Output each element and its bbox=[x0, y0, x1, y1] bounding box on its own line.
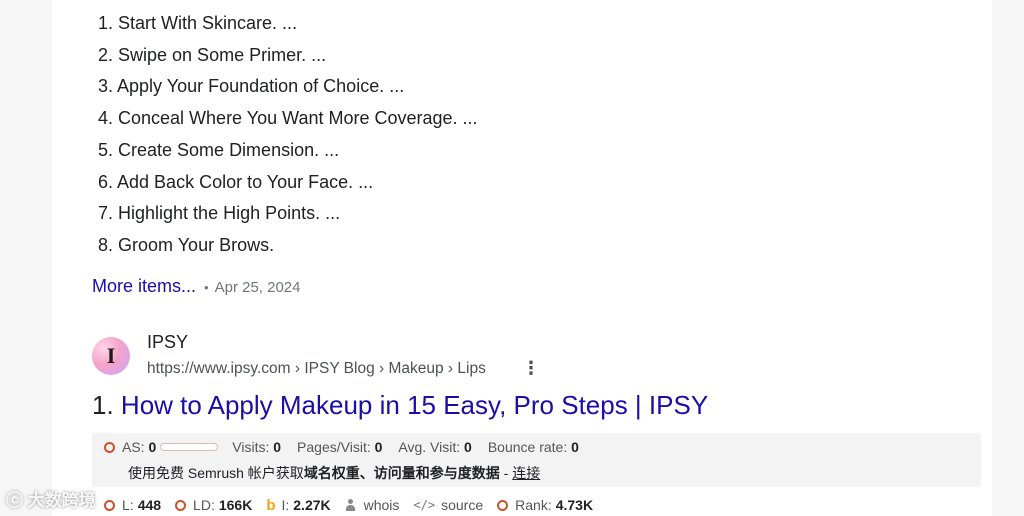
avg-visit-metric: Avg. Visit: 0 bbox=[398, 439, 472, 455]
circle-icon bbox=[104, 499, 115, 511]
l-metric[interactable]: L: 448 bbox=[104, 497, 161, 513]
list-item: 7. Highlight the High Points. ... bbox=[98, 203, 341, 224]
pages-visit-metric: Pages/Visit: 0 bbox=[297, 439, 383, 455]
promo-text: 使用免费 Semrush 帐户获取 bbox=[128, 465, 304, 481]
featured-snippet-list: 1. Start With Skincare. ... 2. Swipe on … bbox=[98, 8, 478, 262]
bounce-rate-metric: Bounce rate: 0 bbox=[487, 439, 579, 455]
code-icon: </> bbox=[413, 498, 436, 512]
as-label: AS: bbox=[122, 439, 145, 455]
semrush-promo-row: 使用免费 Semrush 帐户获取域名权重、访问量和参与度数据 - 连接 bbox=[128, 463, 540, 483]
site-favicon[interactable]: I bbox=[92, 337, 130, 375]
list-item: 4. Conceal Where You Want More Coverage.… bbox=[98, 108, 478, 129]
list-item: 8. Groom Your Brows. bbox=[98, 234, 275, 255]
list-item: 3. Apply Your Foundation of Choice. ... bbox=[98, 76, 405, 97]
watermark: ⓒ 大数跨境 bbox=[6, 491, 96, 510]
as-progress-bar bbox=[160, 443, 219, 451]
more-vertical-icon[interactable]: ⋮ bbox=[522, 358, 540, 378]
as-value: 0 bbox=[148, 439, 157, 455]
person-icon bbox=[345, 499, 356, 511]
seo-metrics-row: L: 448 LD: 166K b I: 2.27K whois </> source R… bbox=[52, 494, 992, 516]
more-items-row: More items... • Apr 25, 2024 bbox=[92, 276, 301, 297]
whois-link[interactable]: whois bbox=[345, 497, 399, 513]
result-title-link[interactable]: How to Apply Makeup in 15 Easy, Pro Step… bbox=[121, 390, 708, 420]
connect-link[interactable]: 连接 bbox=[512, 465, 540, 481]
search-results-page: 1. Start With Skincare. ... 2. Swipe on … bbox=[52, 0, 992, 516]
result-breadcrumb[interactable]: https://www.ipsy.com › IPSY Blog › Makeu… bbox=[147, 360, 486, 378]
semrush-circle-icon bbox=[104, 441, 115, 453]
list-item: 1. Start With Skincare. ... bbox=[98, 13, 298, 33]
result-number: 1. bbox=[92, 390, 114, 420]
promo-separator: - bbox=[499, 465, 513, 481]
separator-dot: • bbox=[204, 280, 209, 295]
circle-icon bbox=[497, 499, 509, 511]
rank-metric[interactable]: Rank: 4.73K bbox=[497, 497, 593, 513]
promo-bold-text: 域名权重、访问量和参与度数据 bbox=[303, 465, 500, 481]
semrush-metrics-bar: AS: 0 Visits: 0 Pages/Visit: 0 Avg. Visi… bbox=[92, 433, 981, 487]
result-date: Apr 25, 2024 bbox=[214, 279, 301, 296]
semrush-traffic-row: AS: 0 Visits: 0 Pages/Visit: 0 Avg. Visi… bbox=[104, 439, 595, 455]
i-metric[interactable]: b I: 2.27K bbox=[266, 497, 330, 514]
list-item: 5. Create Some Dimension. ... bbox=[98, 139, 340, 160]
visits-metric: Visits: 0 bbox=[232, 439, 282, 455]
result-title-row: 1. How to Apply Makeup in 15 Easy, Pro S… bbox=[92, 390, 708, 421]
bing-icon: b bbox=[266, 496, 276, 514]
ld-metric[interactable]: LD: 166K bbox=[175, 497, 252, 513]
more-items-link[interactable]: More items... bbox=[92, 276, 196, 296]
list-item: 6. Add Back Color to Your Face. ... bbox=[98, 171, 374, 192]
source-link[interactable]: </> source bbox=[413, 497, 483, 513]
site-name[interactable]: IPSY bbox=[147, 332, 188, 353]
list-item: 2. Swipe on Some Primer. ... bbox=[98, 44, 327, 65]
circle-icon bbox=[175, 499, 187, 511]
